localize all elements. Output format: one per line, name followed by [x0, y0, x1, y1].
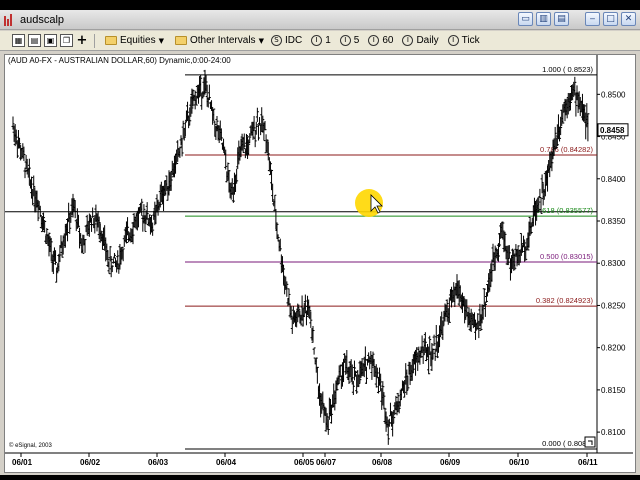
restore-icon[interactable]: ▭: [518, 12, 533, 26]
interval-icon[interactable]: I: [368, 35, 380, 46]
save-icon[interactable]: ▣: [44, 34, 57, 47]
x-tick-label: 06/03: [148, 458, 169, 467]
folder-icon: [105, 36, 117, 45]
app-logo-icon: [4, 13, 16, 26]
dropdown-arrow-icon: ▼: [258, 36, 264, 45]
minimize-icon[interactable]: ‒: [585, 12, 600, 26]
dropdown-arrow-icon: ▼: [158, 36, 164, 45]
x-tick-label: 06/02: [80, 458, 101, 467]
chart-panel[interactable]: 0.8500 0.8450 0.8400 0.8350 0.8300 0.8250 0.82…: [4, 54, 636, 473]
copy-icon[interactable]: ❐: [60, 34, 73, 47]
x-tick-label: 06/09: [440, 458, 461, 467]
interval-icon[interactable]: I: [402, 35, 414, 46]
symbol-icon[interactable]: S: [270, 35, 282, 46]
y-tick-label: 0.8250: [601, 301, 626, 310]
app-window: audscalp ▭ ▥ ▤ ‒ □ ✕ ▦ ▤ ▣ ❐ + Equities …: [0, 10, 640, 475]
x-tick-label: 06/05: [294, 458, 315, 467]
y-tick-label: 0.8150: [601, 386, 626, 395]
interval-5[interactable]: 5: [354, 35, 360, 46]
x-tick-label: 06/08: [372, 458, 393, 467]
new-chart-icon[interactable]: ▦: [12, 34, 25, 47]
toolbar-separator: [94, 33, 95, 48]
equities-label: Equities: [120, 35, 156, 46]
x-tick-label: 06/04: [216, 458, 237, 467]
window-title: audscalp: [20, 13, 65, 26]
title-bar[interactable]: audscalp ▭ ▥ ▤ ‒ □ ✕: [0, 10, 640, 30]
fib-level-618-label: 0.618 (0.835577): [536, 206, 594, 215]
x-tick-label: 06/10: [509, 458, 530, 467]
open-icon[interactable]: ▤: [28, 34, 41, 47]
x-tick-label: 06/07: [316, 458, 337, 467]
y-tick-label: 0.8200: [601, 344, 626, 353]
interval-idc[interactable]: IDC: [285, 35, 302, 46]
toolbar: ▦ ▤ ▣ ❐ + Equities ▼ Other Intervals ▼ S…: [0, 31, 640, 51]
interval-icon[interactable]: I: [311, 35, 323, 46]
equities-dropdown[interactable]: Equities ▼: [101, 35, 168, 46]
other-intervals-dropdown[interactable]: Other Intervals ▼: [171, 35, 268, 46]
titlebar-buttons: ▭ ▥ ▤ ‒ □ ✕: [518, 12, 636, 26]
x-tick-label: 06/01: [12, 458, 33, 467]
interval-icon[interactable]: I: [339, 35, 351, 46]
x-tick-label: 06/11: [578, 458, 598, 467]
properties-icon[interactable]: ▤: [554, 12, 569, 26]
interval-daily[interactable]: Daily: [416, 35, 438, 46]
copyright-text: © eSignal, 2003: [9, 442, 52, 449]
chart-symbol-header: (AUD A0-FX - AUSTRALIAN DOLLAR,60) Dynam…: [8, 56, 231, 65]
fib-level-100-label: 1.000 ( 0.8523): [542, 65, 593, 74]
y-tick-label: 0.8400: [601, 175, 626, 184]
other-intervals-label: Other Intervals: [189, 35, 256, 46]
y-tick-label: 0.8100: [601, 428, 626, 437]
interval-icon[interactable]: I: [447, 35, 459, 46]
y-tick-label: 0.8300: [601, 259, 626, 268]
last-price-label: 0.8458: [600, 126, 625, 135]
fib-level-382-label: 0.382 (0.824923): [536, 296, 594, 305]
chart-icon[interactable]: ▥: [536, 12, 551, 26]
interval-tick[interactable]: Tick: [462, 35, 480, 46]
y-tick-label: 0.8500: [601, 90, 626, 99]
fib-level-786-label: 0.786 (0.84282): [540, 145, 593, 154]
interval-60[interactable]: 60: [382, 35, 393, 46]
interval-1[interactable]: 1: [325, 35, 331, 46]
add-icon[interactable]: +: [76, 33, 88, 48]
price-chart[interactable]: 0.85000.84500.84000.83500.83000.82500.82…: [5, 55, 633, 470]
folder-icon: [174, 36, 187, 45]
scroll-grip-icon: [584, 436, 596, 448]
close-icon[interactable]: ✕: [621, 12, 636, 26]
fib-level-500-label: 0.500 (0.83015): [540, 252, 593, 261]
maximize-icon[interactable]: □: [603, 12, 618, 26]
y-tick-label: 0.8350: [601, 217, 626, 226]
